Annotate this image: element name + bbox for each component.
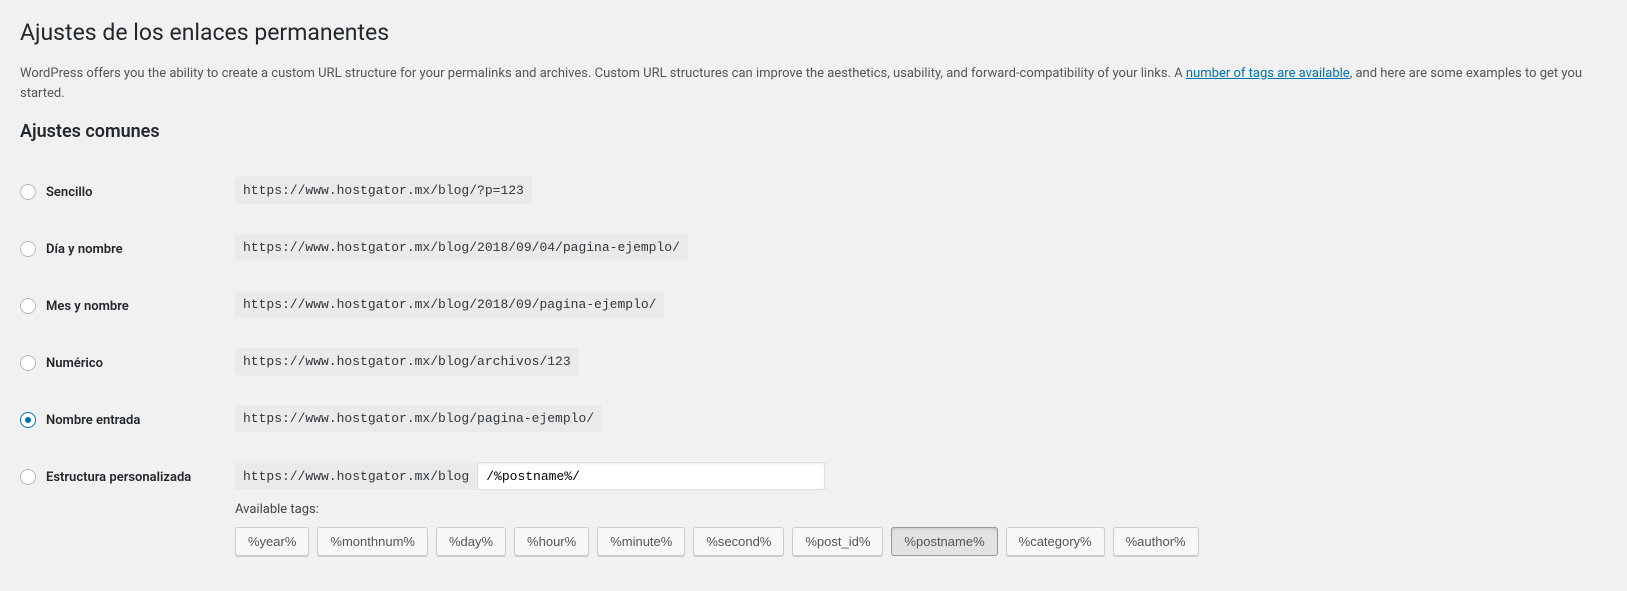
page-title: Ajustes de los enlaces permanentes bbox=[20, 10, 1607, 50]
section-heading: Ajustes comunes bbox=[20, 121, 1607, 142]
radio-dayname[interactable] bbox=[20, 241, 36, 257]
sample-plain: https://www.hostgator.mx/blog/?p=123 bbox=[235, 177, 532, 204]
tag-button[interactable]: %category% bbox=[1006, 527, 1105, 556]
available-tags-container: %year% %monthnum% %day% %hour% %minute% %seco… bbox=[235, 527, 1607, 556]
sample-numeric: https://www.hostgator.mx/blog/archivos/1… bbox=[235, 348, 579, 375]
option-postname-label: Nombre entrada bbox=[46, 413, 140, 428]
radio-monthname[interactable] bbox=[20, 298, 36, 314]
radio-plain[interactable] bbox=[20, 184, 36, 200]
sample-postname: https://www.hostgator.mx/blog/pagina-eje… bbox=[235, 405, 602, 432]
tag-button[interactable]: %day% bbox=[436, 527, 506, 556]
option-custom-label: Estructura personalizada bbox=[46, 470, 191, 485]
tag-button[interactable]: %second% bbox=[693, 527, 784, 556]
intro-text-before: WordPress offers you the ability to crea… bbox=[20, 66, 1186, 81]
tags-available-link[interactable]: number of tags are available bbox=[1186, 66, 1350, 81]
option-monthname-label: Mes y nombre bbox=[46, 299, 129, 314]
sample-dayname: https://www.hostgator.mx/blog/2018/09/04… bbox=[235, 234, 688, 261]
option-plain[interactable]: Sencillo bbox=[20, 184, 235, 200]
custom-structure-input[interactable] bbox=[477, 462, 825, 490]
option-custom[interactable]: Estructura personalizada bbox=[20, 469, 235, 485]
radio-custom[interactable] bbox=[20, 469, 36, 485]
intro-paragraph: WordPress offers you the ability to crea… bbox=[20, 64, 1607, 103]
custom-prefix: https://www.hostgator.mx/blog bbox=[235, 463, 477, 490]
tag-button[interactable]: %minute% bbox=[597, 527, 685, 556]
option-numeric-label: Numérico bbox=[46, 356, 103, 371]
tag-button[interactable]: %postname% bbox=[891, 527, 997, 556]
tag-button[interactable]: %author% bbox=[1113, 527, 1199, 556]
option-plain-label: Sencillo bbox=[46, 185, 92, 200]
option-postname[interactable]: Nombre entrada bbox=[20, 412, 235, 428]
tag-button[interactable]: %monthnum% bbox=[317, 527, 428, 556]
option-dayname[interactable]: Día y nombre bbox=[20, 241, 235, 257]
option-monthname[interactable]: Mes y nombre bbox=[20, 298, 235, 314]
option-dayname-label: Día y nombre bbox=[46, 242, 123, 257]
permalink-options-table: Sencillo https://www.hostgator.mx/blog/?… bbox=[20, 162, 1607, 571]
sample-monthname: https://www.hostgator.mx/blog/2018/09/pa… bbox=[235, 291, 664, 318]
radio-postname[interactable] bbox=[20, 412, 36, 428]
option-numeric[interactable]: Numérico bbox=[20, 355, 235, 371]
tag-button[interactable]: %post_id% bbox=[792, 527, 883, 556]
tag-button[interactable]: %year% bbox=[235, 527, 309, 556]
radio-numeric[interactable] bbox=[20, 355, 36, 371]
available-tags-label: Available tags: bbox=[235, 502, 1607, 517]
tag-button[interactable]: %hour% bbox=[514, 527, 589, 556]
